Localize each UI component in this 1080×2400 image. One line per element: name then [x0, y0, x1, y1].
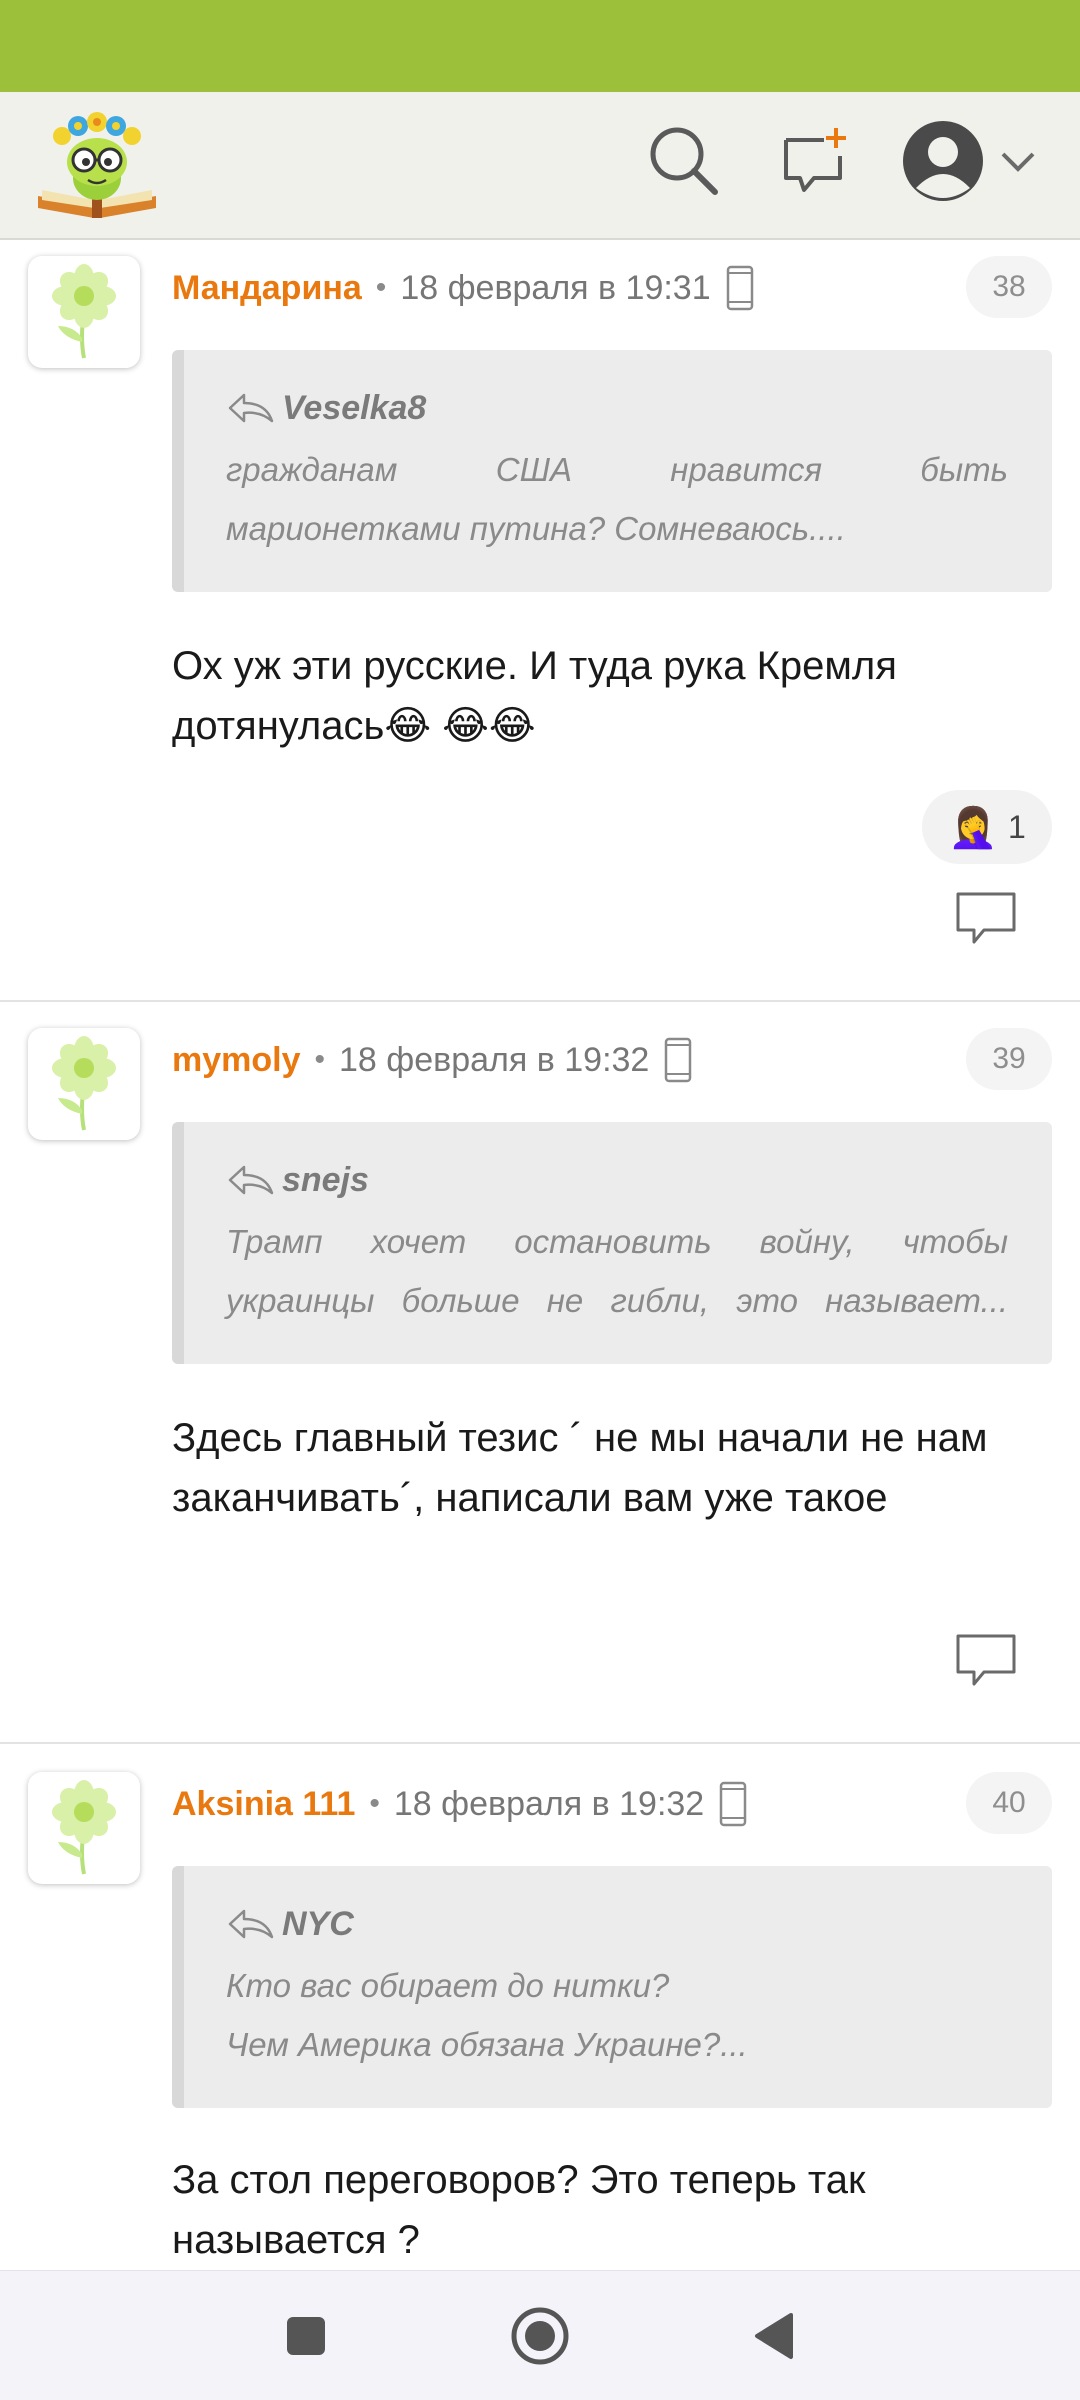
quote-line: Кто вас обирает до нитки? — [226, 1967, 670, 2004]
reply-button[interactable] — [954, 888, 1018, 948]
quote-text: гражданам США нравится быть марионетками… — [226, 440, 1008, 558]
quote-header: NYC — [226, 1902, 1008, 1946]
separator-dot: • — [375, 271, 387, 304]
daisy-avatar-icon — [52, 1036, 116, 1131]
site-logo[interactable] — [34, 110, 160, 222]
quote-author[interactable]: Veselka8 — [282, 389, 426, 428]
quote-header: Veselka8 — [226, 386, 1008, 430]
quote-line: Чем Америка обязана Украине?... — [226, 2026, 748, 2063]
reaction-badge[interactable]: 🤦‍♀️ 1 — [922, 790, 1052, 864]
daisy-avatar-icon — [52, 264, 116, 359]
reply-bubble-icon — [956, 1634, 1016, 1686]
profile-menu-button[interactable] — [900, 118, 1040, 204]
quoted-comment[interactable]: Veselka8 гражданам США нравится быть мар… — [172, 350, 1052, 592]
quoted-comment[interactable]: snejs Трамп хочет остановить войну, чтоб… — [172, 1122, 1052, 1364]
quote-text: Кто вас обирает до нитки? Чем Америка об… — [226, 1956, 1008, 2074]
reply-bubble-icon — [956, 892, 1016, 944]
mobile-device-icon — [726, 265, 753, 311]
system-nav-bar — [0, 2270, 1080, 2400]
comment-meta: mymoly • 18 февраля в 19:32 — [172, 1030, 693, 1090]
comment-text: За стол переговоров? Это теперь так назы… — [172, 2158, 866, 2262]
separator-dot: • — [369, 1787, 380, 1820]
user-avatar-icon — [903, 121, 983, 201]
comment-author[interactable]: Aksinia 111 — [172, 1785, 355, 1824]
reply-arrow-icon — [228, 393, 274, 423]
comment-author[interactable]: Мандарина — [172, 269, 362, 308]
quote-header: snejs — [226, 1158, 1008, 1202]
comment-number-badge[interactable]: 39 — [966, 1028, 1052, 1090]
reply-arrow-icon — [228, 1165, 274, 1195]
search-button[interactable] — [645, 122, 721, 198]
home-button[interactable] — [500, 2301, 580, 2371]
daisy-avatar-icon — [52, 1780, 116, 1875]
status-bar — [0, 0, 1080, 92]
quote-line: гражданам США нравится быть — [226, 451, 1008, 488]
comment-divider — [0, 1742, 1080, 1744]
comment-text: Ох уж эти русские. И туда рука Кремля до… — [172, 644, 897, 748]
comments-feed[interactable]: Мандарина • 18 февраля в 19:31 38 Veselk… — [0, 240, 1080, 2270]
comment-date: 18 февраля в 19:32 — [393, 1784, 705, 1823]
avatar[interactable] — [28, 1028, 140, 1140]
facepalm-emoji: 🤦‍♀️ — [948, 805, 998, 850]
recents-button[interactable] — [266, 2301, 346, 2371]
quote-author[interactable]: NYC — [282, 1905, 354, 1944]
quote-line: марионетками путина? Сомневаюсь.... — [226, 510, 846, 547]
chevron-down-icon — [1001, 152, 1035, 172]
new-message-icon — [784, 128, 846, 192]
reply-arrow-icon — [228, 1909, 274, 1939]
comment-date: 18 февраля в 19:31 — [400, 268, 711, 307]
mobile-device-icon — [719, 1781, 747, 1827]
comment-meta: Мандарина • 18 февраля в 19:31 — [172, 258, 755, 318]
app-header — [0, 92, 1080, 240]
comment-text: Здесь главный тезис ´ не мы начали не на… — [172, 1416, 988, 1520]
square-recents-icon — [287, 2317, 325, 2355]
comment-divider — [0, 1000, 1080, 1002]
avatar[interactable] — [28, 256, 140, 368]
flower-book-logo-icon — [38, 112, 156, 218]
back-button[interactable] — [734, 2301, 814, 2371]
mobile-device-icon — [665, 1037, 692, 1083]
comment-author[interactable]: mymoly — [172, 1041, 301, 1080]
quoted-comment[interactable]: NYC Кто вас обирает до нитки? Чем Америк… — [172, 1866, 1052, 2108]
comment-date: 18 февраля в 19:32 — [339, 1040, 650, 1079]
quote-line: украинцы больше не гибли, это называет..… — [226, 1282, 1008, 1319]
triangle-back-icon — [755, 2313, 793, 2359]
avatar[interactable] — [28, 1772, 140, 1884]
quote-text: Трамп хочет остановить войну, чтобы укра… — [226, 1212, 1008, 1330]
comment-number-badge[interactable]: 40 — [966, 1772, 1052, 1834]
quote-line: Трамп хочет остановить войну, чтобы — [226, 1223, 1008, 1260]
quote-author[interactable]: snejs — [282, 1161, 369, 1200]
new-message-button[interactable] — [780, 126, 850, 196]
reply-button[interactable] — [954, 1630, 1018, 1690]
search-icon — [650, 127, 718, 195]
comment-meta: Aksinia 111 • 18 февраля в 19:32 — [172, 1774, 748, 1834]
reaction-count: 1 — [1008, 808, 1026, 845]
circle-home-icon — [511, 2307, 569, 2365]
separator-dot: • — [314, 1043, 326, 1076]
comment-number-badge[interactable]: 38 — [966, 256, 1052, 318]
